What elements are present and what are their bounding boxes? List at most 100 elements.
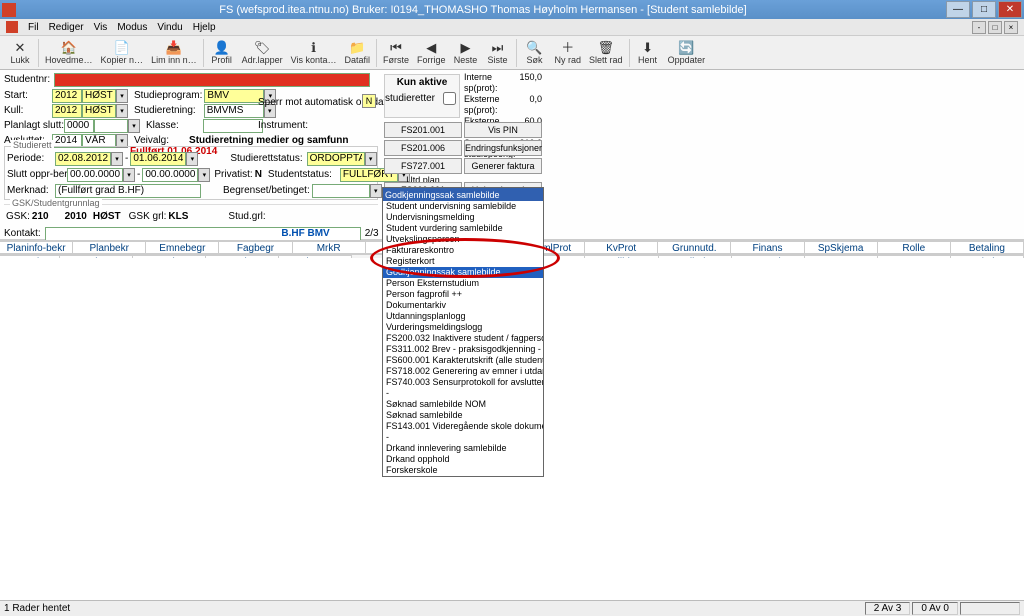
start-year[interactable] [52,89,82,103]
begrenset-field[interactable] [312,184,370,198]
dropdown-option[interactable]: Utvekslingsperson [383,234,543,245]
dropdown-option[interactable]: Drkand innlevering samlebilde [383,443,543,454]
mdi-close[interactable]: × [1004,21,1018,34]
minimize-button[interactable]: — [946,1,970,18]
dropdown-option[interactable]: Søknad samlebilde [383,410,543,421]
studierettstatus-field[interactable] [307,152,365,166]
toolbar-lukk[interactable]: ✕Lukk [4,37,36,69]
tab-planbekr[interactable]: Planbekr [73,241,146,253]
tab-finans[interactable]: Finans [731,241,804,253]
kull-year[interactable] [52,104,82,118]
sp-field[interactable] [204,89,264,103]
tab-kvprot[interactable]: KvProt [585,241,658,253]
dropdown-option[interactable]: Person fagprofil ++ [383,289,543,300]
grid-button[interactable]: Endringsfunksjoner [464,140,542,156]
slutt-to[interactable] [142,168,198,182]
tab-spskjema[interactable]: SpSkjema [805,241,878,253]
slutt-to-dd[interactable]: ▾ [198,168,210,182]
studierettstatus-dd[interactable]: ▾ [365,152,377,166]
dropdown-option[interactable]: - [383,388,543,399]
menu-fil[interactable]: Fil [28,22,39,33]
toolbar-kopiern[interactable]: 📄Kopier n… [97,37,148,69]
tab-planinfobekr[interactable]: Planinfo-bekr [0,241,73,253]
grid-button[interactable]: FS727.001 Utd.plan [384,158,462,174]
menu-rediger[interactable]: Rediger [49,22,84,33]
dropdown-option[interactable]: FS311.002 Brev - praksisgodkjenning - st… [383,344,543,355]
periode-from[interactable] [55,152,111,166]
toolbar-hent[interactable]: ⬇Hent [632,37,664,69]
tab-fagbegr[interactable]: Fagbegr [219,241,292,253]
navigate-dropdown[interactable]: Student undervisning samlebildeUndervisn… [382,187,544,477]
tab-grunnutd[interactable]: Grunnutd. [658,241,731,253]
grid-button[interactable]: FS201.001 Stud.oppl. [384,122,462,138]
dropdown-option[interactable]: FS740.003 Sensurprotokoll for avsluttend… [383,377,543,388]
dropdown-option[interactable]: FS200.032 Inaktivere student / fagperson [383,333,543,344]
klasse-field[interactable] [203,119,263,133]
toolbar-viskonta[interactable]: ℹVis konta… [287,37,341,69]
kull-sem[interactable] [82,104,116,118]
planlagt-dd[interactable]: ▾ [128,119,140,133]
menu-vindu[interactable]: Vindu [157,22,182,33]
slutt-from[interactable] [67,168,123,182]
dropdown-option[interactable]: Forskerskole [383,465,543,476]
kontakt-field[interactable] [45,227,361,241]
toolbar-profil[interactable]: 👤Profil [206,37,238,69]
dropdown-option[interactable]: Fakturareskontro [383,245,543,256]
toolbar-frste[interactable]: ⏮Første [379,37,413,69]
dropdown-option[interactable]: Student undervisning samlebilde [383,201,543,212]
toolbar-sk[interactable]: 🔍Søk [519,37,551,69]
merknad-field[interactable] [55,184,201,198]
grid-button[interactable]: FS201.006 Stud.oppl. [384,140,462,156]
periode-to-dd[interactable]: ▾ [186,152,198,166]
toolbar-siste[interactable]: ⏭Siste [482,37,514,69]
kun-aktive-checkbox[interactable] [443,92,456,105]
toolbar-slettrad[interactable]: 🗑Slett rad [585,37,627,69]
dropdown-option[interactable]: Søknad samlebilde NOM [383,399,543,410]
menu-modus[interactable]: Modus [117,22,147,33]
slutt-from-dd[interactable]: ▾ [123,168,135,182]
toolbar-datafil[interactable]: 📁Datafil [340,37,374,69]
dropdown-option[interactable]: Drkand opphold [383,454,543,465]
dropdown-option[interactable]: FS912.001 Drgradkandidat-opplysninger [383,476,543,477]
studentnr-field[interactable] [54,73,370,87]
dropdown-option[interactable]: FS718.002 Generering av emner i utdannin… [383,366,543,377]
periode-to[interactable] [130,152,186,166]
tab-betaling[interactable]: Betaling [951,241,1024,253]
toolbar-neste[interactable]: ▶Neste [450,37,482,69]
maximize-button[interactable]: □ [972,1,996,18]
dropdown-option[interactable]: Vurderingsmeldingslogg [383,322,543,333]
dropdown-search[interactable] [383,188,543,201]
dropdown-option[interactable]: Student vurdering samlebilde [383,223,543,234]
menu-vis[interactable]: Vis [94,22,108,33]
planlagt-field[interactable] [64,119,94,133]
dropdown-option[interactable]: Dokumentarkiv [383,300,543,311]
dropdown-option[interactable]: FS600.001 Karakterutskrift (alle student… [383,355,543,366]
toolbar-hovedme[interactable]: 🏠Hovedme… [41,37,97,69]
dropdown-option[interactable]: Undervisningsmelding [383,212,543,223]
start-sem-dd[interactable]: ▾ [116,89,128,103]
periode-from-dd[interactable]: ▾ [111,152,123,166]
toolbar-forrige[interactable]: ◀Forrige [413,37,450,69]
tab-rolle[interactable]: Rolle [878,241,951,253]
menu-hjelp[interactable]: Hjelp [193,22,216,33]
kull-sem-dd[interactable]: ▾ [116,104,128,118]
dropdown-option[interactable]: FS143.001 Videregående skole dokument [383,421,543,432]
tab-emnebegr[interactable]: Emnebegr [146,241,219,253]
dropdown-option[interactable]: - [383,432,543,443]
mdi-max[interactable]: □ [988,21,1002,34]
planlagt-sem[interactable] [94,119,128,133]
dropdown-option[interactable]: Godkjenningssak samlebilde [383,267,543,278]
sr-field[interactable] [204,104,264,118]
start-sem[interactable] [82,89,116,103]
toolbar-adrlapper[interactable]: 🏷Adr.lapper [238,37,287,69]
grid-button[interactable]: Generer faktura [464,158,542,174]
close-button[interactable]: ✕ [998,1,1022,18]
mdi-min[interactable]: - [972,21,986,34]
toolbar-oppdater[interactable]: 🔄Oppdater [664,37,710,69]
dropdown-option[interactable]: Registerkort [383,256,543,267]
grid-button[interactable]: Vis PIN [464,122,542,138]
begrenset-dd[interactable]: ▾ [370,184,382,198]
dropdown-option[interactable]: Person Eksternstudium [383,278,543,289]
toolbar-nyrad[interactable]: ＋Ny rad [551,37,586,69]
toolbar-liminnn[interactable]: 📥Lim inn n… [147,37,201,69]
